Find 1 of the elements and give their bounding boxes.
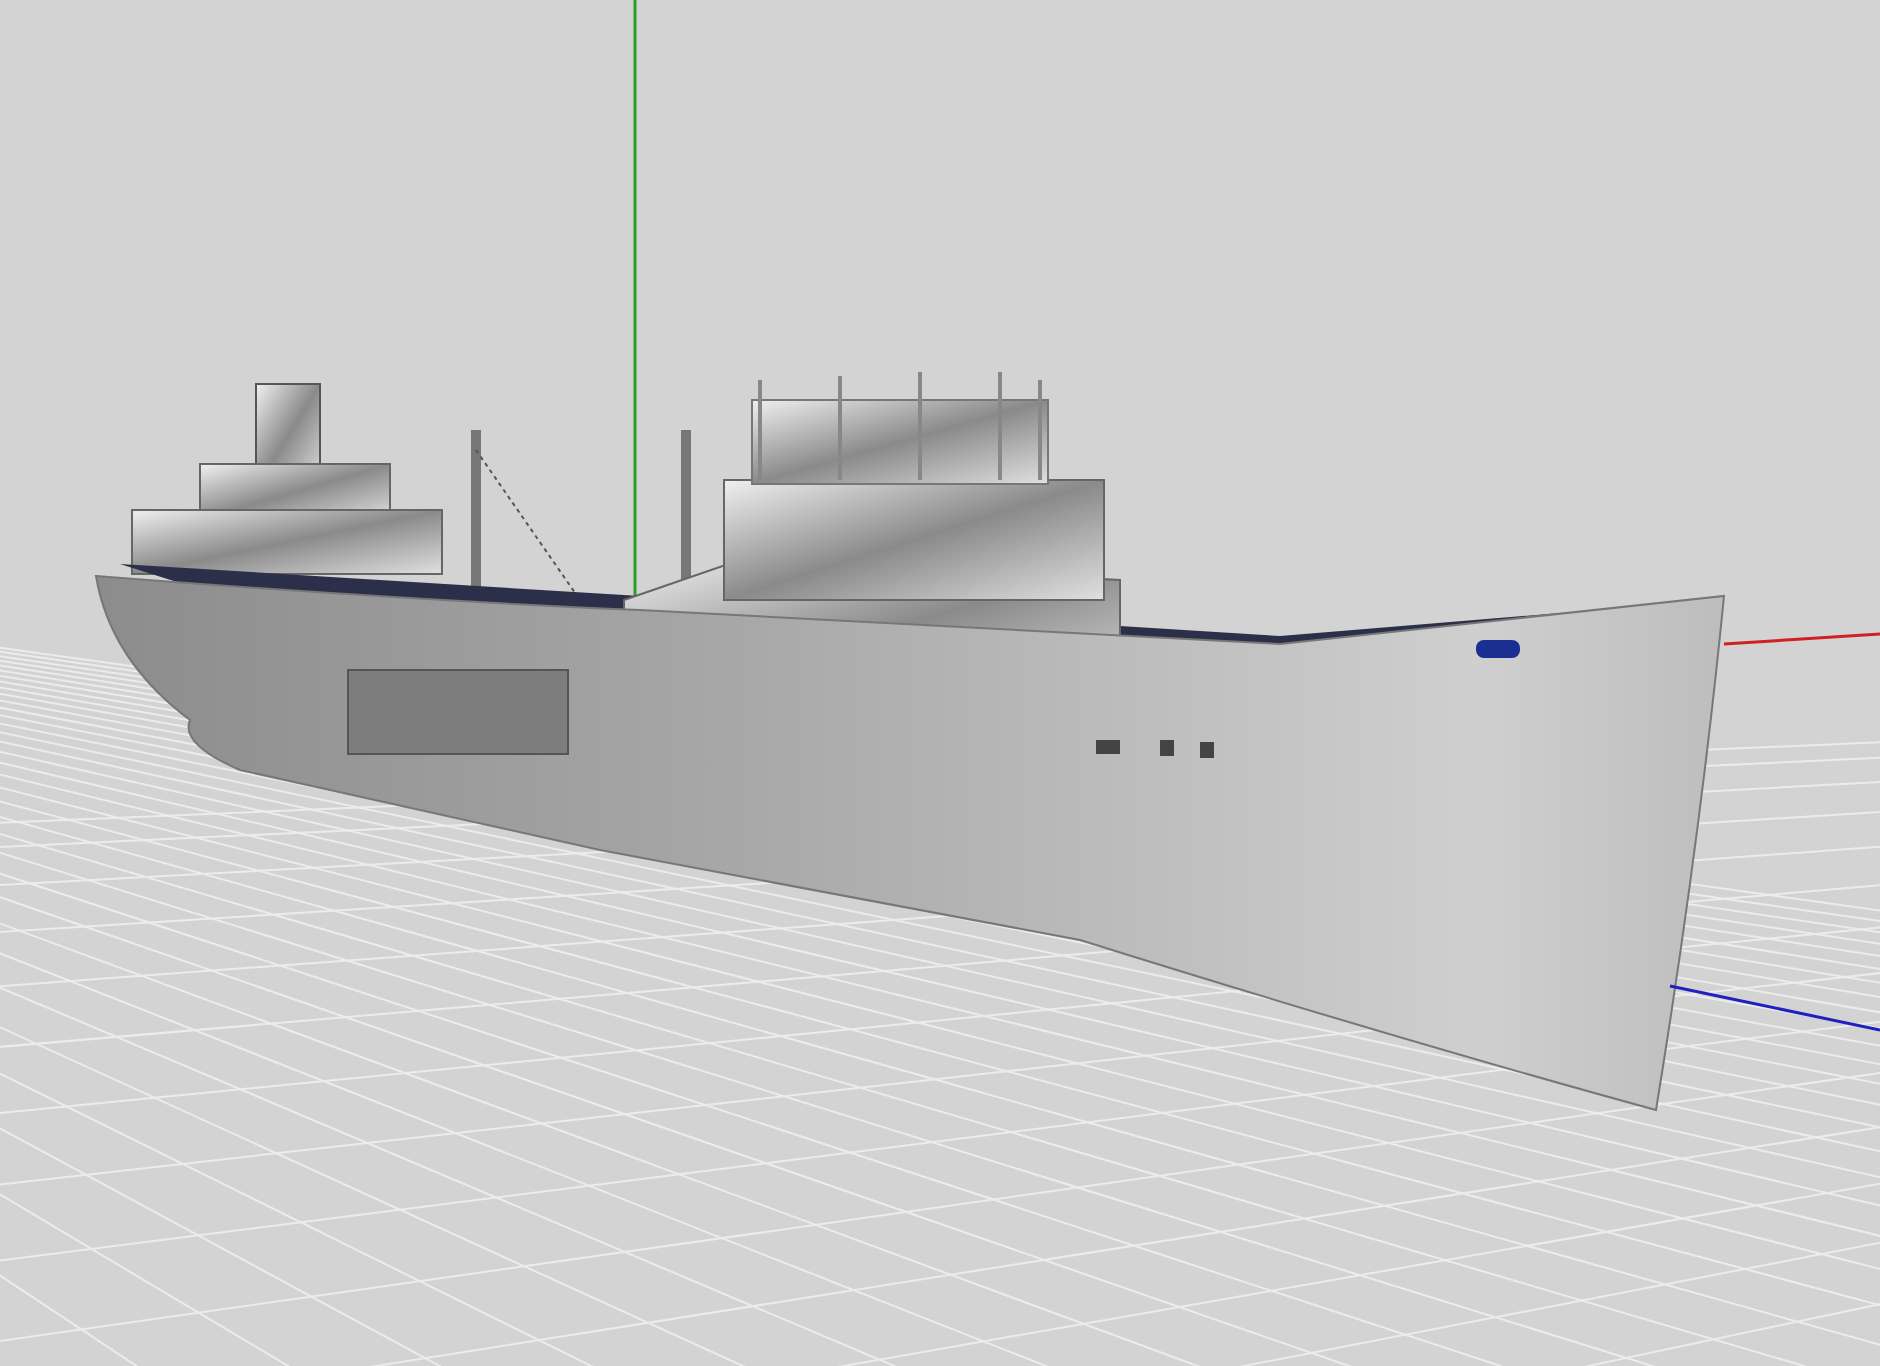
3d-viewport[interactable] [0,0,1880,1366]
